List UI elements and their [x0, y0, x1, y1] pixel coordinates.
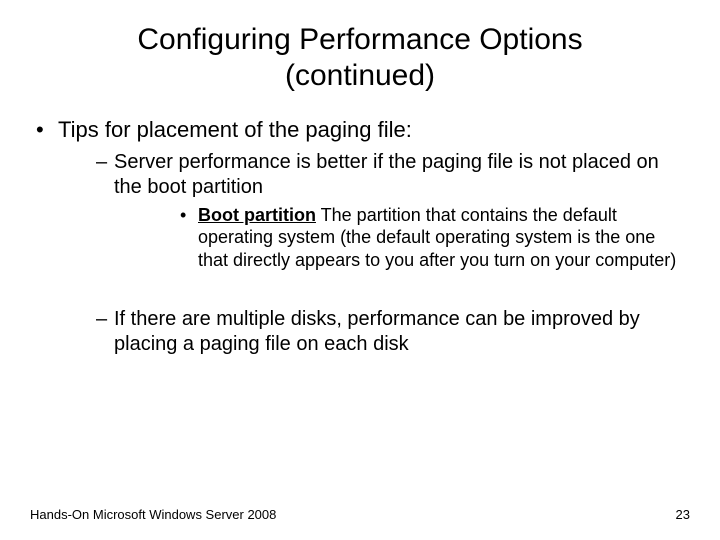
bullet-level2: Server performance is better if the pagi…: [58, 150, 690, 272]
bullet-level1: Tips for placement of the paging file: S…: [30, 116, 690, 357]
definition-term: Boot partition: [198, 205, 316, 225]
bullet-text: Server performance is better if the pagi…: [114, 151, 659, 198]
title-line-1: Configuring Performance Options: [137, 23, 582, 56]
bullet-text: Tips for placement of the paging file:: [58, 117, 412, 142]
title-line-2: (continued): [285, 59, 435, 92]
footer-page-number: 23: [676, 507, 690, 522]
bullet-text: If there are multiple disks, performance…: [114, 308, 640, 355]
bullet-level3: Boot partition The partition that contai…: [114, 204, 690, 272]
slide-title: Configuring Performance Options (continu…: [0, 0, 720, 94]
footer-source: Hands-On Microsoft Windows Server 2008: [30, 507, 276, 522]
spacer: [58, 277, 690, 301]
slide-body: Tips for placement of the paging file: S…: [0, 94, 720, 357]
bullet-level2: If there are multiple disks, performance…: [58, 307, 690, 357]
slide: Configuring Performance Options (continu…: [0, 0, 720, 540]
slide-footer: Hands-On Microsoft Windows Server 2008 2…: [30, 507, 690, 522]
